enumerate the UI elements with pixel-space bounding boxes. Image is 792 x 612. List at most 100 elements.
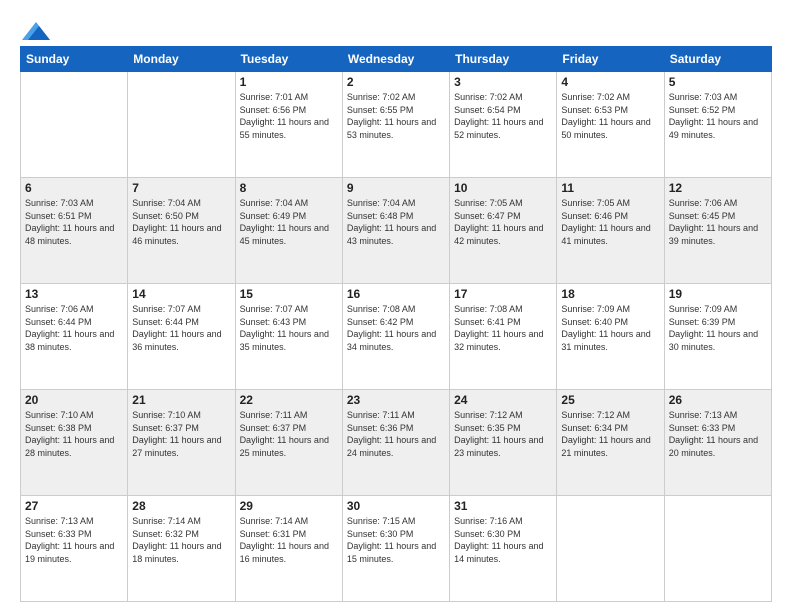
calendar-cell: 27 Sunrise: 7:13 AM Sunset: 6:33 PM Dayli… [21, 496, 128, 602]
day-number: 12 [669, 181, 767, 195]
calendar-cell [557, 496, 664, 602]
day-info: Sunrise: 7:03 AM Sunset: 6:52 PM Dayligh… [669, 91, 767, 141]
calendar-cell: 9 Sunrise: 7:04 AM Sunset: 6:48 PM Daylig… [342, 178, 449, 284]
day-info: Sunrise: 7:15 AM Sunset: 6:30 PM Dayligh… [347, 515, 445, 565]
calendar-cell: 19 Sunrise: 7:09 AM Sunset: 6:39 PM Dayli… [664, 284, 771, 390]
day-number: 23 [347, 393, 445, 407]
calendar-cell: 1 Sunrise: 7:01 AM Sunset: 6:56 PM Daylig… [235, 72, 342, 178]
calendar-cell: 28Sunrise: 7:14 AM Sunset: 6:32 PM Dayli… [128, 496, 235, 602]
calendar-cell [128, 72, 235, 178]
day-number: 25 [561, 393, 659, 407]
calendar-cell: 6Sunrise: 7:03 AM Sunset: 6:51 PM Daylig… [21, 178, 128, 284]
calendar-cell: 10 Sunrise: 7:05 AM Sunset: 6:47 PM Dayli… [450, 178, 557, 284]
day-info: Sunrise: 7:12 AM Sunset: 6:34 PM Dayligh… [561, 409, 659, 459]
day-info: Sunrise: 7:06 AM Sunset: 6:45 PM Dayligh… [669, 197, 767, 247]
day-number: 27 [25, 499, 123, 513]
weekday-header-cell: Wednesday [342, 47, 449, 72]
calendar-cell: 2 Sunrise: 7:02 AM Sunset: 6:55 PM Daylig… [342, 72, 449, 178]
day-info: Sunrise: 7:10 AM Sunset: 6:37 PM Dayligh… [132, 409, 230, 459]
day-number: 8 [240, 181, 338, 195]
day-number: 20 [25, 393, 123, 407]
day-number: 5 [669, 75, 767, 89]
day-info: Sunrise: 7:02 AM Sunset: 6:53 PM Dayligh… [561, 91, 659, 141]
calendar-cell: 11 Sunrise: 7:05 AM Sunset: 6:46 PM Dayli… [557, 178, 664, 284]
day-number: 2 [347, 75, 445, 89]
day-number: 19 [669, 287, 767, 301]
calendar-cell: 25 Sunrise: 7:12 AM Sunset: 6:34 PM Dayli… [557, 390, 664, 496]
day-number: 15 [240, 287, 338, 301]
calendar-cell: 4 Sunrise: 7:02 AM Sunset: 6:53 PM Daylig… [557, 72, 664, 178]
day-info: Sunrise: 7:04 AM Sunset: 6:50 PM Dayligh… [132, 197, 230, 247]
calendar-cell: 16Sunrise: 7:08 AM Sunset: 6:42 PM Dayli… [342, 284, 449, 390]
calendar-cell: 8 Sunrise: 7:04 AM Sunset: 6:49 PM Daylig… [235, 178, 342, 284]
day-number: 9 [347, 181, 445, 195]
calendar-week-row: 6Sunrise: 7:03 AM Sunset: 6:51 PM Daylig… [21, 178, 772, 284]
day-info: Sunrise: 7:13 AM Sunset: 6:33 PM Dayligh… [669, 409, 767, 459]
calendar-cell: 15Sunrise: 7:07 AM Sunset: 6:43 PM Dayli… [235, 284, 342, 390]
day-number: 11 [561, 181, 659, 195]
day-number: 7 [132, 181, 230, 195]
calendar-body: 1 Sunrise: 7:01 AM Sunset: 6:56 PM Daylig… [21, 72, 772, 602]
day-info: Sunrise: 7:02 AM Sunset: 6:55 PM Dayligh… [347, 91, 445, 141]
weekday-header-cell: Tuesday [235, 47, 342, 72]
day-number: 31 [454, 499, 552, 513]
day-info: Sunrise: 7:09 AM Sunset: 6:39 PM Dayligh… [669, 303, 767, 353]
calendar-cell: 12 Sunrise: 7:06 AM Sunset: 6:45 PM Dayli… [664, 178, 771, 284]
calendar-cell: 7 Sunrise: 7:04 AM Sunset: 6:50 PM Daylig… [128, 178, 235, 284]
weekday-header-cell: Friday [557, 47, 664, 72]
day-number: 21 [132, 393, 230, 407]
day-info: Sunrise: 7:07 AM Sunset: 6:44 PM Dayligh… [132, 303, 230, 353]
day-number: 4 [561, 75, 659, 89]
day-info: Sunrise: 7:08 AM Sunset: 6:42 PM Dayligh… [347, 303, 445, 353]
day-info: Sunrise: 7:04 AM Sunset: 6:49 PM Dayligh… [240, 197, 338, 247]
weekday-header-cell: Saturday [664, 47, 771, 72]
calendar-cell: 31 Sunrise: 7:16 AM Sunset: 6:30 PM Dayli… [450, 496, 557, 602]
day-number: 3 [454, 75, 552, 89]
day-info: Sunrise: 7:01 AM Sunset: 6:56 PM Dayligh… [240, 91, 338, 141]
calendar-cell: 17 Sunrise: 7:08 AM Sunset: 6:41 PM Dayli… [450, 284, 557, 390]
calendar-week-row: 1 Sunrise: 7:01 AM Sunset: 6:56 PM Daylig… [21, 72, 772, 178]
calendar-cell: 30Sunrise: 7:15 AM Sunset: 6:30 PM Dayli… [342, 496, 449, 602]
day-info: Sunrise: 7:14 AM Sunset: 6:31 PM Dayligh… [240, 515, 338, 565]
day-info: Sunrise: 7:05 AM Sunset: 6:47 PM Dayligh… [454, 197, 552, 247]
calendar-table: SundayMondayTuesdayWednesdayThursdayFrid… [20, 46, 772, 602]
calendar-cell: 29Sunrise: 7:14 AM Sunset: 6:31 PM Dayli… [235, 496, 342, 602]
calendar-cell [21, 72, 128, 178]
day-info: Sunrise: 7:04 AM Sunset: 6:48 PM Dayligh… [347, 197, 445, 247]
day-info: Sunrise: 7:02 AM Sunset: 6:54 PM Dayligh… [454, 91, 552, 141]
calendar-cell: 21 Sunrise: 7:10 AM Sunset: 6:37 PM Dayli… [128, 390, 235, 496]
calendar-cell: 3 Sunrise: 7:02 AM Sunset: 6:54 PM Daylig… [450, 72, 557, 178]
day-info: Sunrise: 7:06 AM Sunset: 6:44 PM Dayligh… [25, 303, 123, 353]
calendar-cell [664, 496, 771, 602]
day-info: Sunrise: 7:08 AM Sunset: 6:41 PM Dayligh… [454, 303, 552, 353]
weekday-header-cell: Thursday [450, 47, 557, 72]
day-info: Sunrise: 7:13 AM Sunset: 6:33 PM Dayligh… [25, 515, 123, 565]
weekday-header-cell: Monday [128, 47, 235, 72]
weekday-header-row: SundayMondayTuesdayWednesdayThursdayFrid… [21, 47, 772, 72]
calendar-cell: 14Sunrise: 7:07 AM Sunset: 6:44 PM Dayli… [128, 284, 235, 390]
logo [20, 20, 50, 36]
calendar-cell: 20Sunrise: 7:10 AM Sunset: 6:38 PM Dayli… [21, 390, 128, 496]
day-number: 26 [669, 393, 767, 407]
calendar-cell: 22Sunrise: 7:11 AM Sunset: 6:37 PM Dayli… [235, 390, 342, 496]
day-number: 17 [454, 287, 552, 301]
day-number: 18 [561, 287, 659, 301]
calendar-cell: 26 Sunrise: 7:13 AM Sunset: 6:33 PM Dayli… [664, 390, 771, 496]
calendar-cell: 5 Sunrise: 7:03 AM Sunset: 6:52 PM Daylig… [664, 72, 771, 178]
day-number: 10 [454, 181, 552, 195]
day-info: Sunrise: 7:12 AM Sunset: 6:35 PM Dayligh… [454, 409, 552, 459]
logo-icon [22, 22, 50, 40]
weekday-header-cell: Sunday [21, 47, 128, 72]
calendar-week-row: 13 Sunrise: 7:06 AM Sunset: 6:44 PM Dayli… [21, 284, 772, 390]
day-info: Sunrise: 7:14 AM Sunset: 6:32 PM Dayligh… [132, 515, 230, 565]
day-number: 24 [454, 393, 552, 407]
day-number: 1 [240, 75, 338, 89]
day-info: Sunrise: 7:11 AM Sunset: 6:36 PM Dayligh… [347, 409, 445, 459]
day-info: Sunrise: 7:05 AM Sunset: 6:46 PM Dayligh… [561, 197, 659, 247]
day-number: 6 [25, 181, 123, 195]
calendar-cell: 24 Sunrise: 7:12 AM Sunset: 6:35 PM Dayli… [450, 390, 557, 496]
calendar-week-row: 20Sunrise: 7:10 AM Sunset: 6:38 PM Dayli… [21, 390, 772, 496]
day-info: Sunrise: 7:16 AM Sunset: 6:30 PM Dayligh… [454, 515, 552, 565]
day-number: 22 [240, 393, 338, 407]
day-number: 13 [25, 287, 123, 301]
